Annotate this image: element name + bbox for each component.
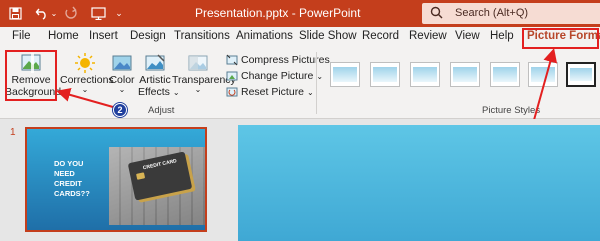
artistic-effects-label-1: Artistic <box>139 74 171 86</box>
slide-number: 1 <box>10 127 16 138</box>
card-chip <box>136 172 146 180</box>
color-dropdown-icon: ⌄ <box>118 85 126 94</box>
credit-card-picture: CREDIT CARD <box>109 147 205 225</box>
slide-thumbnail-1[interactable]: DO YOU NEED CREDIT CARDS?? CREDIT CARD <box>25 127 207 232</box>
transparency-icon <box>187 52 209 74</box>
picture-style-2[interactable] <box>370 62 400 87</box>
artistic-effects-icon <box>144 52 166 74</box>
transparency-button[interactable]: Transparency ⌄ <box>172 52 236 102</box>
present-from-beginning-icon[interactable] <box>88 3 108 23</box>
slide-thumb-text: DO YOU NEED CREDIT CARDS?? <box>54 159 90 198</box>
customize-toolbar-icon[interactable]: ⌄ <box>114 3 124 23</box>
picture-style-1[interactable] <box>330 62 360 87</box>
artistic-effects-label-2: Effects ⌄ <box>138 86 180 98</box>
color-icon <box>111 52 133 74</box>
search-placeholder: Search (Alt+Q) <box>455 7 529 19</box>
title-bar: ⌄ ⌄ Presentation.pptx - PowerPoint Searc… <box>0 0 600 27</box>
change-picture-icon <box>226 71 238 81</box>
change-picture-dropdown-icon: ⌄ <box>316 71 324 81</box>
tab-insert[interactable]: Insert <box>89 30 118 42</box>
undo-icon[interactable] <box>33 3 51 23</box>
search-icon <box>430 6 443 24</box>
highlight-picture-format-tab <box>522 28 599 49</box>
save-icon[interactable] <box>6 3 24 23</box>
ribbon-tabs: File Home Insert Design Transitions Anim… <box>0 27 600 49</box>
tab-transitions[interactable]: Transitions <box>174 30 230 42</box>
tab-slide-show[interactable]: Slide Show <box>299 30 357 42</box>
adjust-group-label: Adjust <box>148 105 175 116</box>
compress-pictures-button[interactable]: Compress Pictures <box>226 53 330 67</box>
corrections-icon <box>74 52 96 74</box>
picture-style-6[interactable] <box>528 62 558 87</box>
picture-styles-group-label: Picture Styles <box>482 105 541 116</box>
reset-picture-dropdown-icon: ⌄ <box>307 87 314 97</box>
corrections-button[interactable]: Corrections ⌄ <box>60 52 114 102</box>
tab-animations[interactable]: Animations <box>236 30 293 42</box>
ribbon-separator <box>316 52 317 114</box>
compress-pictures-icon <box>226 54 238 66</box>
picture-style-3[interactable] <box>410 62 440 87</box>
artistic-effects-button[interactable]: Artistic Effects ⌄ <box>138 52 180 112</box>
step-badge-2: 2 <box>113 103 127 117</box>
reset-picture-icon <box>226 87 238 97</box>
tab-review[interactable]: Review <box>409 30 447 42</box>
tab-help[interactable]: Help <box>490 30 514 42</box>
picture-style-4[interactable] <box>450 62 480 87</box>
picture-style-5[interactable] <box>490 62 520 87</box>
tab-record[interactable]: Record <box>362 30 399 42</box>
picture-style-7[interactable] <box>566 62 596 87</box>
reset-picture-button[interactable]: Reset Picture ⌄ <box>226 85 314 99</box>
redo-icon[interactable] <box>62 3 80 23</box>
credit-card-text: CREDIT CARD <box>142 158 178 172</box>
color-button[interactable]: Color ⌄ <box>108 52 136 102</box>
reset-picture-label: Reset Picture <box>241 86 305 98</box>
tab-design[interactable]: Design <box>130 30 166 42</box>
change-picture-label: Change Picture <box>241 70 314 82</box>
change-picture-button[interactable]: Change Picture ⌄ <box>226 69 323 83</box>
transparency-dropdown-icon: ⌄ <box>194 85 202 94</box>
tab-file[interactable]: File <box>12 30 31 42</box>
undo-dropdown-icon[interactable]: ⌄ <box>50 3 58 23</box>
corrections-dropdown-icon: ⌄ <box>81 85 89 94</box>
slide-main-view[interactable] <box>238 125 600 241</box>
tab-view[interactable]: View <box>455 30 480 42</box>
highlight-remove-background <box>5 50 57 101</box>
window-title: Presentation.pptx - PowerPoint <box>195 6 361 20</box>
tab-home[interactable]: Home <box>48 30 79 42</box>
search-box[interactable]: Search (Alt+Q) <box>422 3 600 24</box>
